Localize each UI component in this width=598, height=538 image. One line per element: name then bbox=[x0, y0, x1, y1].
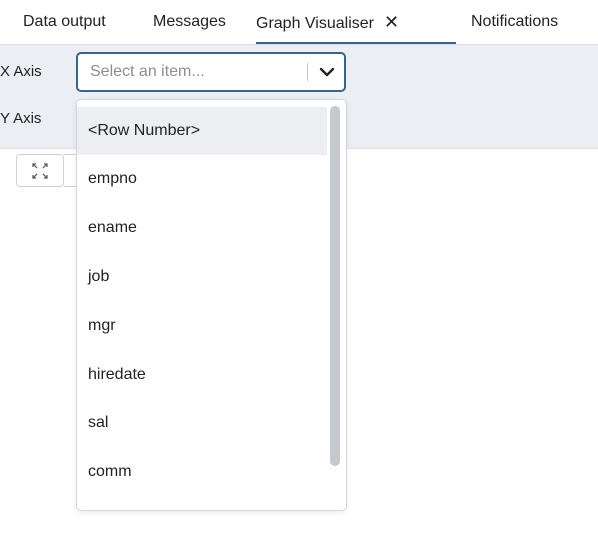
tab-graph-visualiser[interactable]: Graph Visualiser ✕ bbox=[256, 0, 456, 44]
option-ename[interactable]: ename bbox=[77, 204, 327, 252]
option-row-number[interactable]: <Row Number> bbox=[77, 107, 327, 155]
close-icon[interactable]: ✕ bbox=[384, 12, 399, 32]
option-mgr[interactable]: mgr bbox=[77, 302, 327, 350]
tab-bar: Data output Messages Graph Visualiser ✕ N… bbox=[0, 0, 598, 45]
select-placeholder: Select an item... bbox=[90, 63, 205, 80]
option-hiredate[interactable]: hiredate bbox=[77, 351, 327, 399]
expand-arrows-icon bbox=[32, 163, 48, 179]
option-sal[interactable]: sal bbox=[77, 399, 327, 447]
tab-label: Messages bbox=[153, 13, 226, 30]
expand-button[interactable] bbox=[16, 154, 64, 187]
option-job[interactable]: job bbox=[77, 253, 327, 301]
dropdown-scrollbar-thumb[interactable] bbox=[330, 106, 340, 466]
tab-label: Notifications bbox=[471, 13, 559, 30]
x-axis-select[interactable]: Select an item... bbox=[76, 52, 346, 92]
option-comm[interactable]: comm bbox=[77, 448, 327, 496]
tab-label: Data output bbox=[23, 13, 106, 30]
chevron-down-icon[interactable] bbox=[318, 63, 336, 81]
tab-messages[interactable]: Messages bbox=[153, 0, 226, 44]
x-axis-dropdown-menu: <Row Number> empno ename job mgr hiredat… bbox=[76, 99, 347, 511]
x-axis-label: X Axis bbox=[0, 63, 42, 80]
tab-notifications[interactable]: Notifications bbox=[471, 0, 558, 44]
tab-data-output[interactable]: Data output bbox=[23, 0, 106, 44]
tab-label: Graph Visualiser bbox=[256, 15, 374, 32]
y-axis-label: Y Axis bbox=[0, 110, 42, 127]
option-empno[interactable]: empno bbox=[77, 155, 327, 203]
select-separator bbox=[307, 63, 308, 81]
